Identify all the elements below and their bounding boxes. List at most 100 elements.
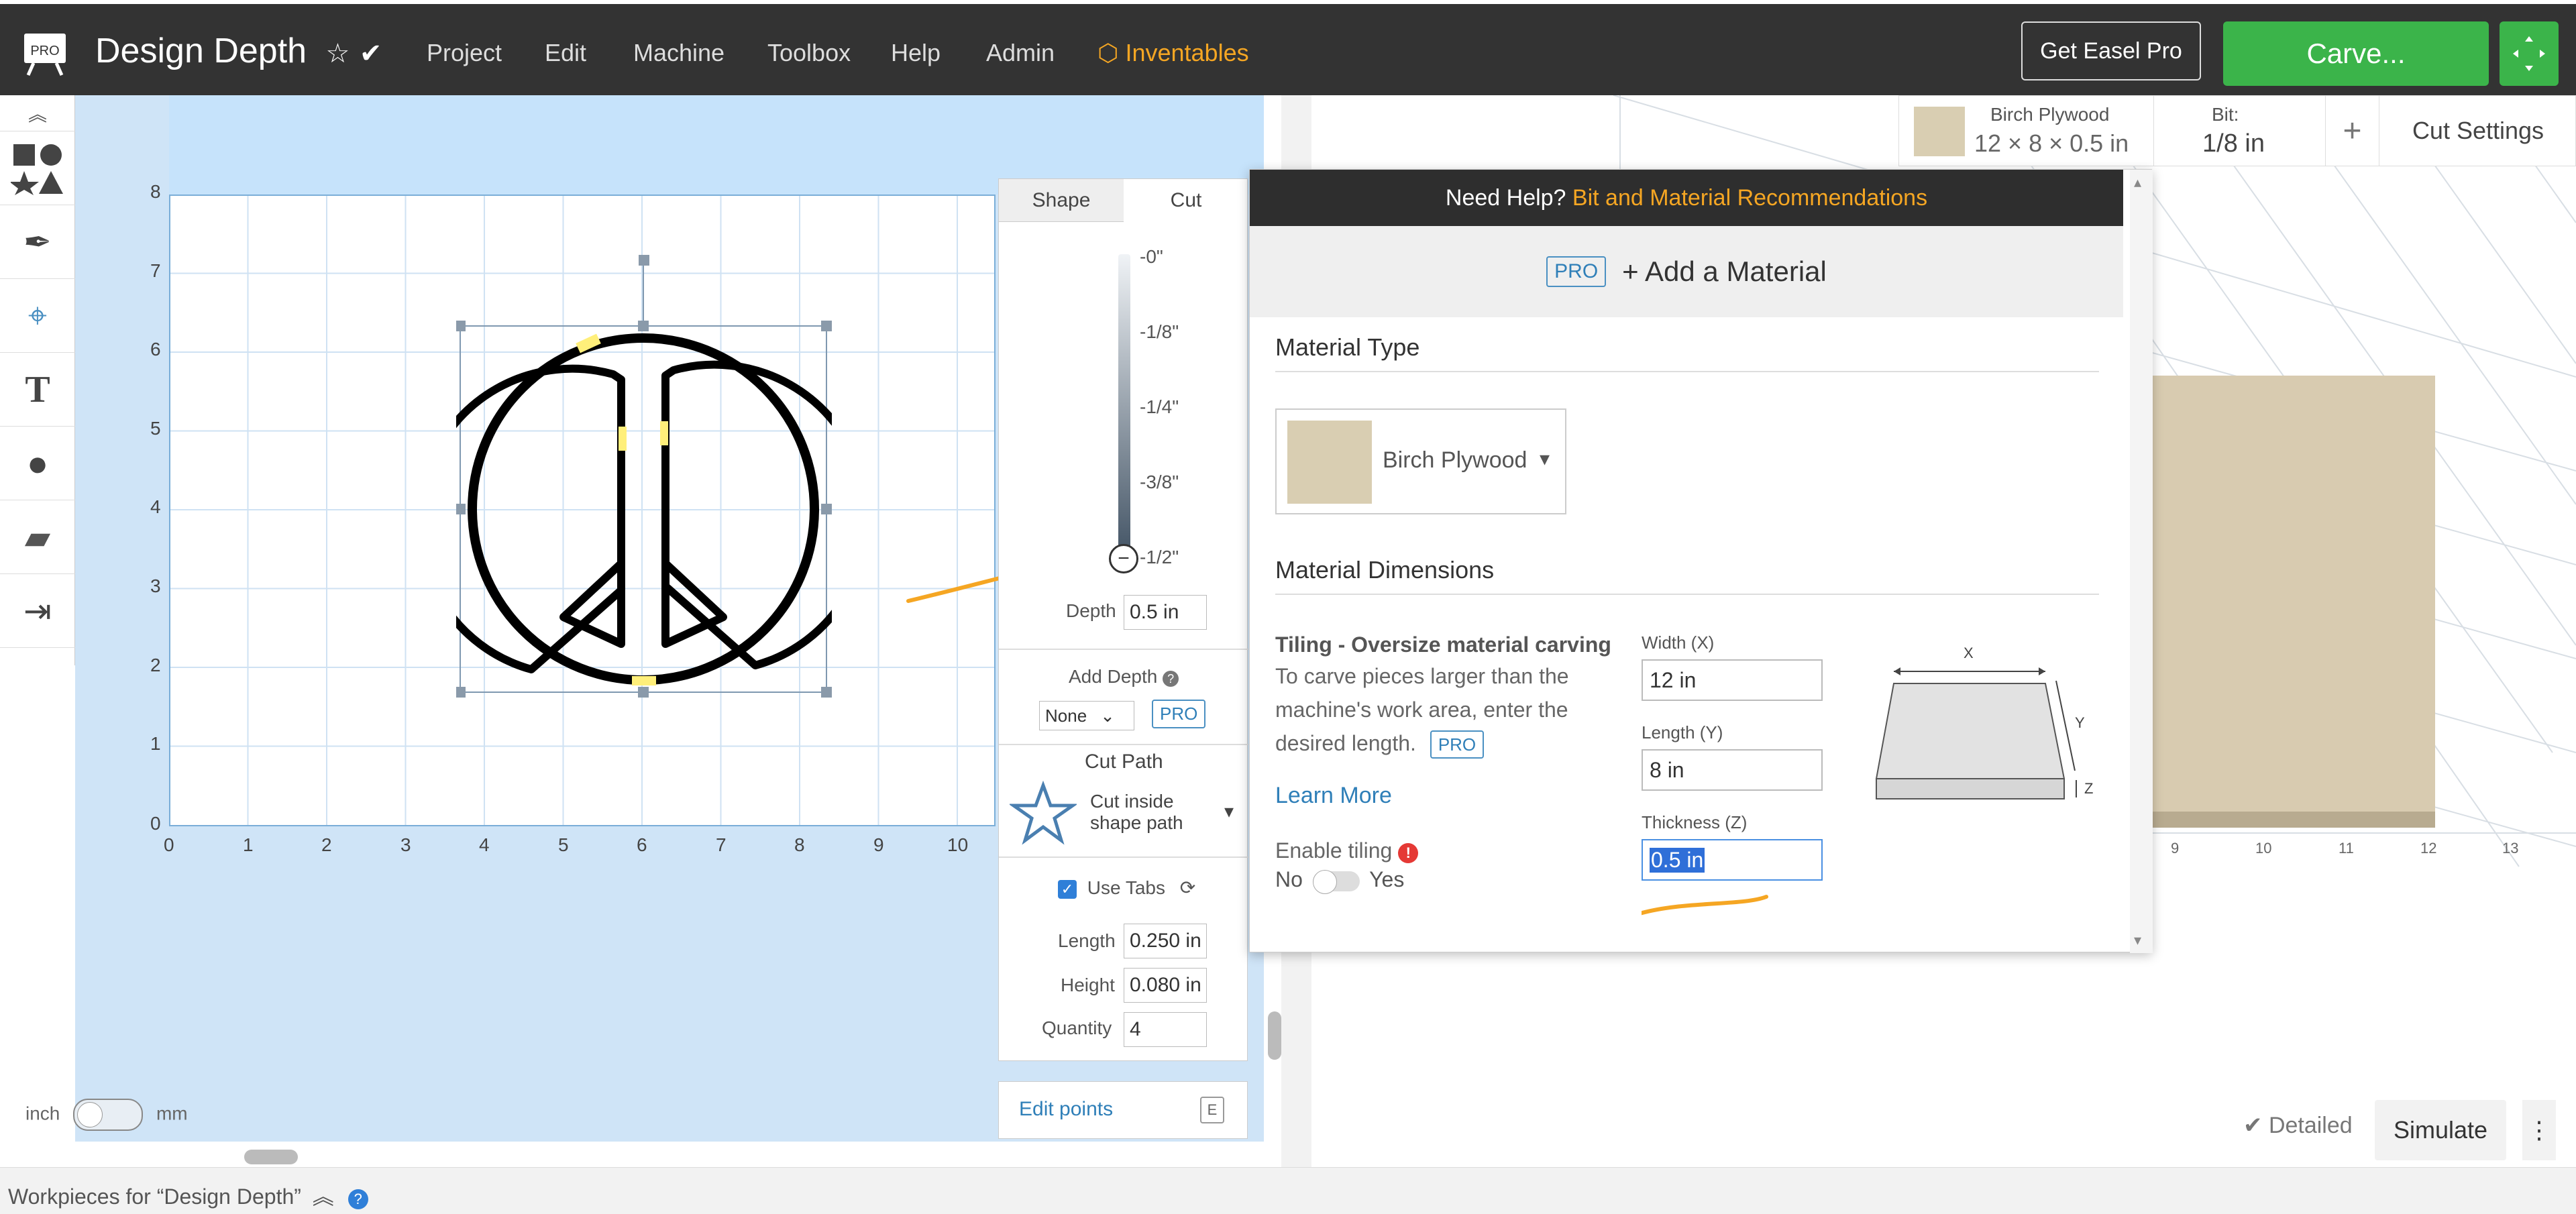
- easel-logo-icon[interactable]: PRO: [20, 30, 70, 76]
- cut-path-value: Cut inside shape path: [1090, 791, 1183, 833]
- material-selector[interactable]: Birch Plywood 12 × 8 × 0.5 in: [1899, 96, 2154, 166]
- thickness-value: 0.5 in: [1650, 847, 1705, 873]
- preview-ruler-tick: 9: [2171, 840, 2180, 857]
- depth-input[interactable]: 0.5 in: [1124, 595, 1207, 630]
- divider: [999, 857, 1248, 858]
- tab-quantity-input[interactable]: 4: [1124, 1012, 1207, 1047]
- use-tabs-checkbox[interactable]: ✓: [1058, 879, 1077, 899]
- text-icon: T: [25, 368, 50, 410]
- width-input[interactable]: 12 in: [1642, 659, 1823, 701]
- help-banner: Need Help? Bit and Material Recommendati…: [1250, 170, 2123, 226]
- add-material-row[interactable]: PRO + Add a Material: [1250, 226, 2123, 317]
- thickness-input[interactable]: 0.5 in: [1642, 839, 1823, 881]
- depth-slider-track[interactable]: [1118, 254, 1130, 555]
- get-easel-pro-button[interactable]: Get Easel Pro: [2021, 21, 2201, 80]
- material-type-select[interactable]: Birch Plywood ▾: [1275, 408, 1566, 514]
- horizontal-scrollbar[interactable]: [244, 1150, 298, 1164]
- preview-ruler-tick: 10: [2255, 840, 2272, 857]
- tab-length-input[interactable]: 0.250 in: [1124, 924, 1207, 958]
- add-bit-button[interactable]: +: [2326, 96, 2379, 166]
- tiling-switch[interactable]: [1312, 869, 1360, 894]
- use-tabs-row[interactable]: ✓ Use Tabs ⟳: [1058, 877, 1195, 899]
- fullscreen-button[interactable]: [2500, 21, 2559, 86]
- apps-tool[interactable]: ▰: [0, 500, 75, 574]
- import-icon: ⇥: [23, 592, 52, 630]
- y-tick: 7: [150, 260, 161, 281]
- x-tick: 3: [400, 834, 411, 855]
- dialog-scrollbar[interactable]: ▴ ▾: [2130, 170, 2153, 953]
- star-icon[interactable]: ☆: [326, 39, 350, 68]
- tab-shape[interactable]: Shape: [999, 179, 1124, 222]
- preview-ruler-tick: 12: [2420, 840, 2437, 857]
- tiling-title: Tiling - Oversize material carving: [1275, 632, 1611, 657]
- workpieces-title[interactable]: Workpieces for “Design Depth” ︽ ?: [8, 1180, 368, 1211]
- menu-machine[interactable]: Machine: [633, 39, 724, 67]
- import-tool[interactable]: ⇥: [0, 574, 75, 648]
- y-tick: 2: [150, 655, 161, 675]
- x-tick: 7: [716, 834, 727, 855]
- workpieces-label: Workpieces for “Design Depth”: [8, 1184, 301, 1209]
- add-depth-select[interactable]: None ⌄: [1039, 701, 1134, 730]
- tab-quantity-label: Quantity: [1042, 1017, 1112, 1038]
- pen-icon: ✒: [23, 223, 52, 261]
- caret-down-icon: ▾: [1540, 448, 1550, 470]
- y-tick: 6: [150, 339, 161, 360]
- alert-icon: !: [1398, 843, 1419, 863]
- tiling-toggle[interactable]: No Yes: [1275, 867, 1404, 894]
- refresh-icon[interactable]: ⟳: [1180, 877, 1195, 898]
- tab-length-label: Length: [1058, 930, 1116, 951]
- menu-project[interactable]: Project: [427, 39, 502, 67]
- text-tool[interactable]: T: [0, 353, 75, 427]
- depth-mark: -0": [1140, 246, 1163, 267]
- edit-points-link[interactable]: Edit points: [1019, 1098, 1113, 1121]
- depth-slider-handle[interactable]: −: [1109, 544, 1138, 573]
- bit-selector[interactable]: Bit: 1/8 in: [2154, 96, 2326, 166]
- target-tool[interactable]: ⌖: [0, 279, 75, 353]
- use-tabs-label: Use Tabs: [1087, 877, 1165, 898]
- divider: [1275, 594, 2099, 595]
- shapes-icon: [11, 144, 63, 195]
- recommendations-link[interactable]: Bit and Material Recommendations: [1572, 185, 1927, 211]
- add-depth-label: Add Depth ?: [1069, 666, 1179, 687]
- length-input[interactable]: 8 in: [1642, 749, 1823, 791]
- annotation-underline: [1635, 894, 1829, 921]
- divider: [999, 649, 1248, 650]
- tiling-no-label: No: [1275, 867, 1303, 891]
- menu-inventables[interactable]: ⬡ Inventables: [1097, 39, 1249, 67]
- icons-tool[interactable]: ●: [0, 427, 75, 500]
- help-icon[interactable]: ?: [347, 1189, 368, 1209]
- cut-path-select[interactable]: Cut inside shape path ▾: [1008, 780, 1238, 847]
- y-tick: 3: [150, 575, 161, 596]
- apple-icon: ●: [26, 443, 49, 484]
- menu-admin[interactable]: Admin: [986, 39, 1055, 67]
- panel-scrollbar[interactable]: [1268, 1011, 1281, 1060]
- x-tick: 0: [164, 834, 174, 855]
- tab-cut[interactable]: Cut: [1124, 179, 1248, 222]
- unit-toggle[interactable]: inch mm: [25, 1099, 188, 1131]
- tab-height-input[interactable]: 0.080 in: [1124, 968, 1207, 1003]
- peace-sign-shape[interactable]: [415, 255, 872, 698]
- collapse-tools-button[interactable]: ︽: [0, 95, 75, 131]
- more-options-icon[interactable]: ⋮: [2522, 1100, 2556, 1160]
- detailed-toggle[interactable]: ✔ Detailed: [2243, 1112, 2353, 1139]
- add-material-link[interactable]: + Add a Material: [1622, 256, 1827, 288]
- carve-button[interactable]: Carve...: [2223, 21, 2489, 86]
- menu-toolbox[interactable]: Toolbox: [767, 39, 851, 67]
- menu-edit[interactable]: Edit: [545, 39, 586, 67]
- pro-badge[interactable]: PRO: [1152, 700, 1206, 728]
- cut-settings-button[interactable]: Cut Settings: [2379, 96, 2576, 166]
- unit-switch[interactable]: [73, 1099, 144, 1131]
- learn-more-link[interactable]: Learn More: [1275, 783, 1392, 809]
- depth-mark: -1/4": [1140, 396, 1179, 417]
- simulate-button[interactable]: Simulate: [2375, 1100, 2506, 1160]
- workpieces-bar[interactable]: Workpieces for “Design Depth” ︽ ?: [0, 1167, 2576, 1214]
- x-tick: 10: [947, 834, 969, 855]
- cut-path-title: Cut Path: [1085, 751, 1163, 773]
- y-tick: 5: [150, 418, 161, 439]
- pen-tool[interactable]: ✒: [0, 205, 75, 279]
- pro-badge[interactable]: PRO: [1430, 730, 1485, 759]
- menu-help[interactable]: Help: [891, 39, 941, 67]
- edit-points-row[interactable]: Edit points E: [998, 1081, 1248, 1139]
- shapes-tool[interactable]: [0, 131, 75, 205]
- project-title[interactable]: Design Depth ☆ ✔: [95, 31, 382, 71]
